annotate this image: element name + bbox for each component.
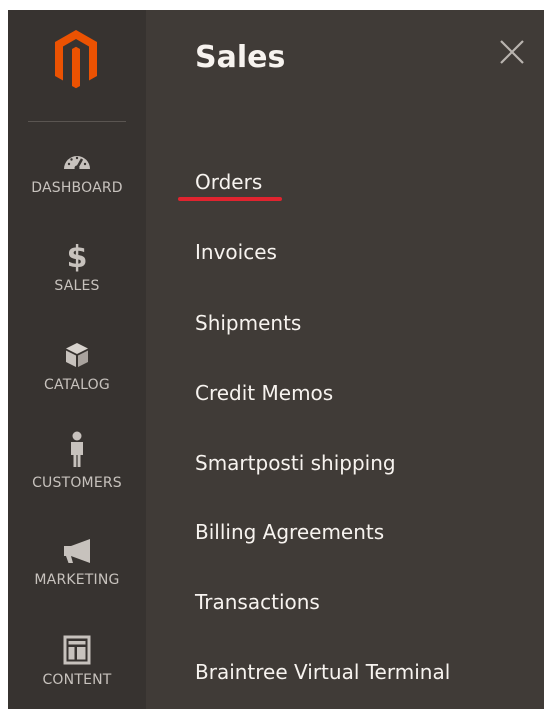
panel-title: Sales — [195, 40, 286, 75]
nav-divider — [28, 121, 126, 122]
layout-icon — [59, 632, 95, 668]
menu-link-smartposti-shipping[interactable]: Smartposti shipping — [195, 451, 396, 475]
person-icon — [59, 430, 95, 470]
close-icon[interactable] — [498, 38, 526, 66]
megaphone-icon — [59, 533, 95, 569]
nav-label-dashboard: DASHBOARD — [31, 180, 123, 196]
speedometer-icon — [59, 142, 95, 178]
menu-link-invoices[interactable]: Invoices — [195, 240, 277, 264]
box-icon — [59, 337, 95, 373]
menu-link-transactions[interactable]: Transactions — [195, 590, 320, 614]
nav-label-customers: CUSTOMERS — [32, 475, 122, 491]
svg-text:$: $ — [67, 240, 88, 272]
nav-item-catalog[interactable]: CATALOG — [8, 333, 146, 421]
nav-item-marketing[interactable]: MARKETING — [8, 527, 146, 615]
menu-link-shipments[interactable]: Shipments — [195, 311, 301, 335]
dollar-icon: $ — [59, 238, 95, 274]
magento-logo-icon[interactable] — [52, 28, 100, 90]
admin-nav-bar: DASHBOARD $ SALES CATALOG CUSTOMERS MARK… — [8, 10, 146, 709]
nav-item-sales[interactable]: $ SALES — [8, 234, 146, 322]
nav-label-content: CONTENT — [42, 672, 112, 688]
menu-link-braintree-virtual-terminal[interactable]: Braintree Virtual Terminal — [195, 660, 450, 684]
nav-item-dashboard[interactable]: DASHBOARD — [8, 136, 146, 224]
menu-link-credit-memos[interactable]: Credit Memos — [195, 381, 333, 405]
menu-link-billing-agreements[interactable]: Billing Agreements — [195, 520, 384, 544]
menu-link-orders[interactable]: Orders — [195, 170, 262, 194]
active-item-underline — [178, 197, 282, 201]
admin-frame: DASHBOARD $ SALES CATALOG CUSTOMERS MARK… — [8, 10, 544, 709]
nav-label-catalog: CATALOG — [44, 377, 110, 393]
nav-label-sales: SALES — [54, 278, 100, 294]
nav-label-marketing: MARKETING — [34, 572, 120, 588]
nav-item-customers[interactable]: CUSTOMERS — [8, 430, 146, 518]
nav-item-content[interactable]: CONTENT — [8, 626, 146, 709]
